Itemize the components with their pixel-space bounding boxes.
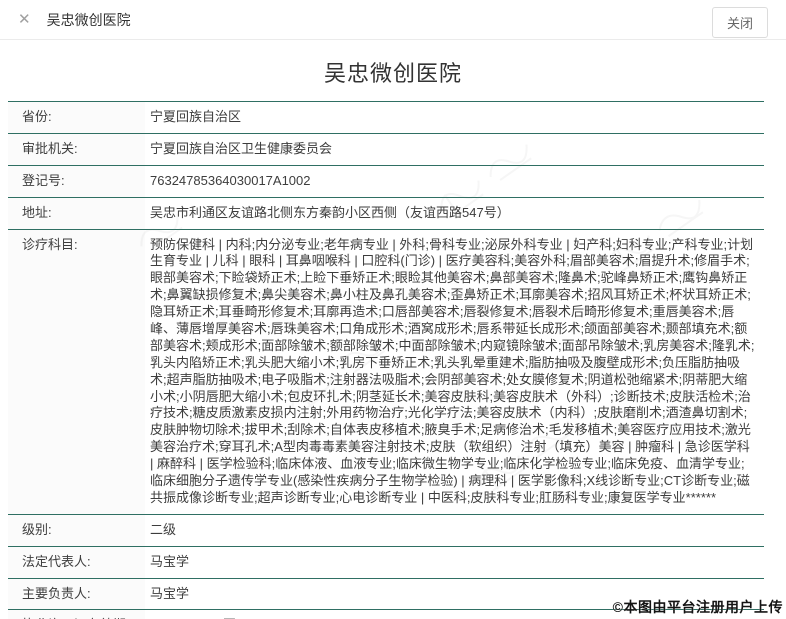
hospital-title: 吴忠微创医院 (0, 56, 786, 88)
close-button[interactable]: 关闭 (712, 7, 768, 38)
info-table: 省份: 宁夏回族自治区 审批机关: 宁夏回族自治区卫生健康委员会 登记号: 76… (8, 101, 764, 619)
table-row-province: 省份: 宁夏回族自治区 (8, 102, 764, 134)
field-value: 预防保健科 | 内科;内分泌专业;老年病专业 | 外科;骨科专业;泌尿外科专业 … (145, 230, 764, 514)
close-icon[interactable]: ✕ (18, 12, 31, 27)
field-value: 马宝学 (145, 547, 764, 578)
field-label: 诊疗科目: (8, 230, 145, 514)
field-value: 宁夏回族自治区 (145, 102, 764, 133)
window-title: 吴忠微创医院 (47, 10, 131, 30)
table-row-medical-subjects: 诊疗科目: 预防保健科 | 内科;内分泌专业;老年病专业 | 外科;骨科专业;泌… (8, 230, 764, 515)
field-label: 主要负责人: (8, 579, 145, 610)
table-row-legal-representative: 法定代表人: 马宝学 (8, 547, 764, 579)
copyright-notice: ©本图由平台注册用户上传 (613, 597, 783, 617)
field-label: 级别: (8, 515, 145, 546)
field-label: 执业许可证有效期: (8, 610, 145, 619)
field-label: 省份: (8, 102, 145, 133)
table-row-registration-number: 登记号: 76324785364030017A1002 (8, 166, 764, 198)
field-value: 宁夏回族自治区卫生健康委员会 (145, 134, 764, 165)
field-label: 地址: (8, 198, 145, 229)
field-label: 登记号: (8, 166, 145, 197)
field-value: 76324785364030017A1002 (145, 166, 764, 197)
table-row-level: 级别: 二级 (8, 515, 764, 547)
field-value: 吴忠市利通区友谊路北侧东方秦韵小区西侧（友谊西路547号） (145, 198, 764, 229)
table-row-approval-authority: 审批机关: 宁夏回族自治区卫生健康委员会 (8, 134, 764, 166)
field-value: 二级 (145, 515, 764, 546)
field-label: 法定代表人: (8, 547, 145, 578)
table-row-address: 地址: 吴忠市利通区友谊路北侧东方秦韵小区西侧（友谊西路547号） (8, 198, 764, 230)
field-label: 审批机关: (8, 134, 145, 165)
top-bar: ✕ 吴忠微创医院 关闭 (0, 0, 786, 40)
